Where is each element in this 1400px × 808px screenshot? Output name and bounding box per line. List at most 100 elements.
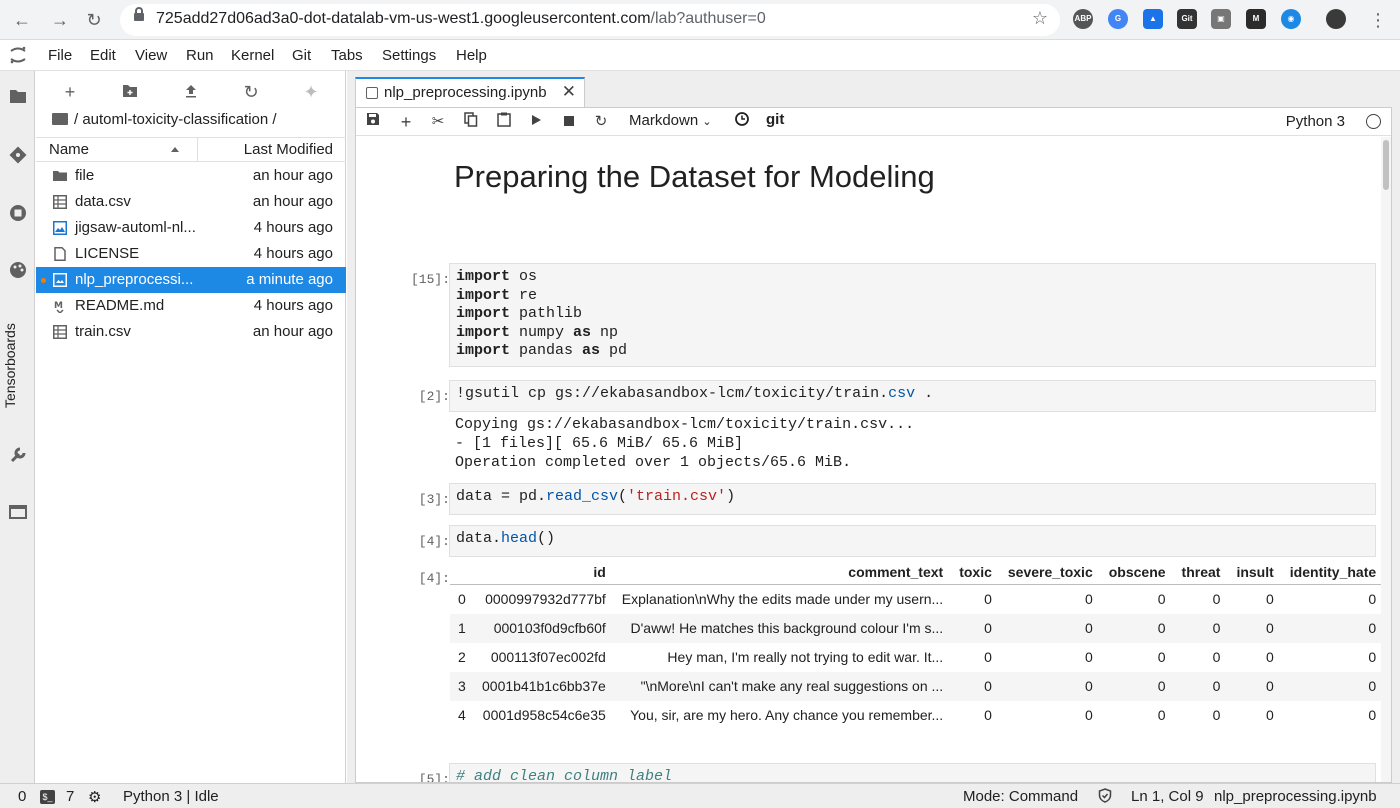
git-button[interactable]: git: [766, 111, 784, 128]
git-icon[interactable]: [8, 146, 28, 166]
file-row[interactable]: file an hour ago: [36, 163, 346, 189]
profile-avatar[interactable]: [1326, 9, 1346, 29]
gear-icon[interactable]: ⚙: [88, 788, 101, 806]
save-icon[interactable]: [363, 112, 383, 132]
running-indicator-icon: [41, 278, 46, 283]
cell-output: Copying gs://ekabasandbox-lcm/toxicity/t…: [455, 416, 915, 471]
adblock-extension-icon[interactable]: ABP: [1073, 9, 1093, 29]
status-bar: 0 $_ 7 ⚙ Python 3 | Idle Mode: Command L…: [0, 783, 1400, 808]
tensorboards-tab[interactable]: Tensorboards: [2, 323, 18, 408]
file-browser-panel: + ↻ ✦ / automl-toxicity-classification /…: [36, 71, 346, 783]
reload-icon[interactable]: ↻: [82, 8, 106, 32]
file-row-selected[interactable]: nlp_preprocessi... a minute ago: [36, 267, 346, 293]
code-cell[interactable]: import os import re import pathlib impor…: [449, 263, 1376, 367]
file-row[interactable]: jigsaw-automl-nl... 4 hours ago: [36, 215, 346, 241]
status-count[interactable]: 7: [66, 788, 74, 805]
gitzip-extension-icon[interactable]: Git: [1177, 9, 1197, 29]
extension-icon[interactable]: ▲: [1143, 9, 1163, 29]
mode-indicator: Mode: Command: [963, 788, 1079, 805]
browser-toolbar: ← → ↻ 725add27d06ad3a0-dot-datalab-vm-us…: [0, 0, 1400, 40]
table-row: 2 000113f07ec002fd Hey man, I'm really not…: [450, 642, 1385, 672]
column-name[interactable]: Name: [49, 141, 89, 158]
extension-icon[interactable]: M: [1246, 9, 1266, 29]
extension-icon[interactable]: ◉: [1281, 9, 1301, 29]
code-cell[interactable]: data = pd.read_csv('train.csv'): [449, 483, 1376, 515]
file-row[interactable]: data.csv an hour ago: [36, 189, 346, 215]
cell-type-select[interactable]: Markdown ⌄: [629, 112, 712, 129]
status-count[interactable]: 0: [18, 788, 26, 805]
breadcrumb[interactable]: / automl-toxicity-classification /: [52, 111, 277, 128]
code-cell[interactable]: !gsutil cp gs://ekabasandbox-lcm/toxicit…: [449, 380, 1376, 412]
menu-view[interactable]: View: [135, 47, 167, 64]
restart-kernel-icon[interactable]: ↻: [591, 112, 611, 132]
cut-icon[interactable]: ✂: [428, 112, 448, 132]
url-text: 725add27d06ad3a0-dot-datalab-vm-us-west1…: [156, 10, 766, 27]
cursor-position[interactable]: Ln 1, Col 9: [1131, 788, 1204, 805]
cell-prompt: [3]:: [418, 492, 450, 507]
paste-icon[interactable]: [494, 112, 514, 132]
file-list-header: Name Last Modified: [36, 137, 346, 162]
browser-menu-icon[interactable]: ⋮: [1366, 8, 1390, 32]
wrench-icon[interactable]: [8, 446, 28, 466]
palette-icon[interactable]: [8, 261, 28, 281]
current-filename: nlp_preprocessing.ipynb: [1214, 788, 1377, 805]
folder-icon: [52, 113, 68, 125]
refresh-icon[interactable]: ↻: [240, 81, 262, 103]
menu-settings[interactable]: Settings: [382, 47, 436, 64]
stop-icon[interactable]: [559, 112, 579, 132]
forward-icon[interactable]: →: [48, 8, 72, 32]
clock-icon[interactable]: [732, 112, 752, 132]
menu-help[interactable]: Help: [456, 47, 487, 64]
column-last-modified[interactable]: Last Modified: [244, 141, 333, 158]
menu-git[interactable]: Git: [292, 47, 311, 64]
kernel-status-idle-icon: [1366, 114, 1381, 129]
jupyter-logo-icon: [10, 46, 26, 64]
git-clone-icon[interactable]: ✦: [300, 81, 322, 103]
table-header-row: id comment_text toxic severe_toxic obsce…: [450, 560, 1385, 585]
file-icon: [54, 247, 66, 261]
cell-prompt: [15]:: [410, 272, 450, 287]
kernel-name[interactable]: Python 3: [1286, 113, 1345, 130]
grammarly-extension-icon[interactable]: G: [1108, 9, 1128, 29]
main-dock-area: nlp_preprocessing.ipynb ✕ + ✂ ↻ Markdown…: [347, 71, 1400, 783]
sort-ascending-icon: [171, 147, 179, 152]
new-folder-icon[interactable]: [119, 81, 141, 103]
notebook-cells[interactable]: Preparing the Dataset for Modeling [15]:…: [356, 137, 1391, 782]
address-bar[interactable]: 725add27d06ad3a0-dot-datalab-vm-us-west1…: [120, 4, 1060, 36]
image-icon: [53, 221, 67, 235]
file-row[interactable]: LICENSE 4 hours ago: [36, 241, 346, 267]
shield-icon[interactable]: [1098, 788, 1112, 807]
svg-text:M: M: [54, 301, 63, 311]
screenshot-extension-icon[interactable]: ▣: [1211, 9, 1231, 29]
run-icon[interactable]: [526, 112, 546, 132]
copy-icon[interactable]: [461, 112, 481, 132]
bookmark-star-icon[interactable]: ☆: [1032, 8, 1048, 29]
insert-cell-icon[interactable]: +: [396, 112, 416, 132]
cell-prompt: [4]:: [418, 534, 450, 549]
back-icon[interactable]: ←: [10, 8, 34, 32]
lock-icon: [134, 7, 144, 21]
file-row[interactable]: M README.md 4 hours ago: [36, 293, 346, 319]
folder-icon[interactable]: [8, 88, 28, 108]
code-cell[interactable]: # add clean column label data['clean'] =…: [449, 763, 1376, 782]
notebook-scrollbar[interactable]: [1381, 137, 1391, 782]
menu-tabs[interactable]: Tabs: [331, 47, 363, 64]
tab-notebook[interactable]: nlp_preprocessing.ipynb ✕: [355, 77, 585, 107]
new-launcher-icon[interactable]: +: [59, 81, 81, 103]
spreadsheet-icon: [53, 195, 67, 209]
close-icon[interactable]: ✕: [562, 82, 576, 102]
menu-edit[interactable]: Edit: [90, 47, 116, 64]
markdown-heading: Preparing the Dataset for Modeling: [454, 159, 935, 194]
running-kernels-icon[interactable]: [8, 204, 28, 224]
markdown-icon: M: [54, 301, 64, 313]
menu-run[interactable]: Run: [186, 47, 214, 64]
kernel-status[interactable]: Python 3 | Idle: [123, 788, 219, 805]
menu-kernel[interactable]: Kernel: [231, 47, 274, 64]
upload-icon[interactable]: [180, 81, 202, 103]
table-row: 3 0001b41b1c6bb37e "\nMore\nI can't make a…: [450, 671, 1385, 701]
dataframe-output: id comment_text toxic severe_toxic obsce…: [450, 560, 1385, 730]
file-row[interactable]: train.csv an hour ago: [36, 319, 346, 345]
menu-file[interactable]: File: [48, 47, 72, 64]
code-cell[interactable]: data.head(): [449, 525, 1376, 557]
tabs-icon[interactable]: [8, 504, 28, 524]
